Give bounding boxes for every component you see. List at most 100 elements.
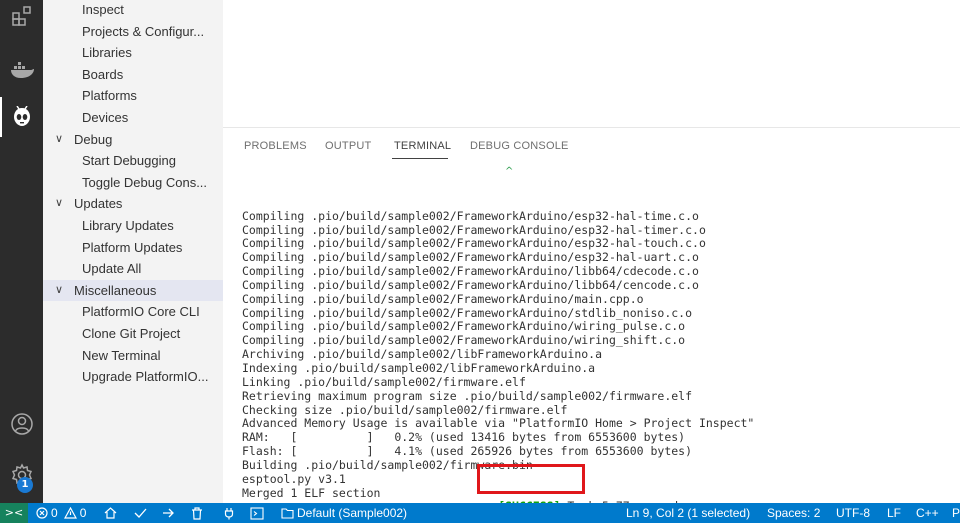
environment-label: Default (Sample002) — [297, 506, 408, 520]
language-mode[interactable]: C++ — [916, 503, 939, 523]
tree-group-updates[interactable]: ∨ Updates — [43, 193, 223, 214]
terminal-line: Retrieving maximum program size .pio/bui… — [242, 389, 693, 403]
tree-item-label: Debug — [74, 131, 113, 147]
tree-item-label: Toggle Debug Cons... — [82, 174, 208, 190]
terminal-line: Linking .pio/build/sample002/firmware.el… — [242, 375, 526, 389]
tree-item[interactable]: Start Debugging — [43, 150, 223, 171]
terminal-line: Flash: [ ] 4.1% (used 265926 bytes from … — [242, 445, 693, 459]
tree-group-miscellaneous[interactable]: ∨ Miscellaneous — [43, 279, 223, 301]
tree-item-label: Devices — [82, 110, 129, 125]
tree-item-label: Projects & Configur... — [82, 23, 205, 39]
tree-item-label: Upgrade PlatformIO... — [82, 369, 209, 385]
tree-item-label: Updates — [74, 196, 123, 212]
status-bar: >< 0 0 Default (Sample002) Ln 9, Col 2 (… — [0, 503, 960, 523]
activity-bar: 1 — [0, 0, 43, 503]
active-tab-underline — [392, 158, 448, 159]
terminal-line: Compiling .pio/build/sample002/Framework… — [242, 334, 686, 348]
problems-indicator[interactable]: 0 0 — [36, 503, 86, 523]
tree-item[interactable]: Platform Updates — [43, 237, 223, 258]
pio-home-icon[interactable] — [104, 503, 117, 523]
tab-terminal[interactable]: TERMINAL — [394, 140, 451, 152]
project-environment-switcher[interactable]: Default (Sample002) — [281, 503, 407, 523]
tree-item-label: Inspect — [82, 2, 124, 17]
terminal-line: Compiling .pio/build/sample002/Framework… — [242, 292, 644, 306]
platformio-alien-icon[interactable] — [0, 97, 43, 137]
tab-problems[interactable]: PROBLEMS — [244, 140, 307, 152]
terminal-line: Compiling .pio/build/sample002/Framework… — [242, 278, 699, 292]
editor-area — [223, 0, 960, 127]
pio-upload-arrow-icon[interactable] — [162, 503, 175, 523]
pio-clean-trash-icon[interactable] — [191, 503, 203, 523]
terminal-line: Checking size .pio/build/sample002/firmw… — [242, 403, 568, 417]
tree-item-label: Start Debugging — [82, 153, 176, 169]
tree-item[interactable]: Inspect — [43, 0, 223, 20]
chevron-down-icon: ∨ — [55, 283, 64, 296]
tree-item[interactable]: Toggle Debug Cons... — [43, 172, 223, 193]
terminal-line: Compiling .pio/build/sample002/Framework… — [242, 251, 699, 265]
tab-debug-console[interactable]: DEBUG CONSOLE — [470, 140, 569, 152]
terminal-line: Compiling .pio/build/sample002/Framework… — [242, 320, 686, 334]
terminal-line: Compiling .pio/build/sample002/Framework… — [242, 223, 706, 237]
encoding[interactable]: UTF-8 — [836, 503, 870, 523]
tree-item[interactable]: Boards — [43, 64, 223, 85]
pio-serial-plug-icon[interactable] — [223, 503, 235, 523]
tree-item[interactable]: Devices — [43, 107, 223, 128]
chevron-down-icon: ∨ — [55, 197, 64, 210]
tree-item[interactable]: Update All — [43, 258, 223, 279]
tree-item-label: Clone Git Project — [82, 326, 181, 341]
tree-item-label: Platform Updates — [82, 239, 183, 255]
terminal-line: Compiling .pio/build/sample002/Framework… — [242, 306, 693, 320]
tree-item[interactable]: PlatformIO Core CLI — [43, 301, 223, 322]
tree-item-label: Libraries — [82, 45, 132, 61]
tree-item-label: Boards — [82, 66, 124, 82]
pio-build-check-icon[interactable] — [134, 503, 147, 523]
tree-item[interactable]: Library Updates — [43, 215, 223, 236]
terminal-line: RAM: [ ] 0.2% (used 13416 bytes from 655… — [242, 431, 686, 445]
pio-terminal-icon[interactable] — [250, 503, 264, 523]
warning-count: 0 — [79, 506, 87, 520]
docker-icon[interactable] — [0, 50, 43, 90]
error-count: 0 — [51, 506, 58, 520]
tree-item-label: Library Updates — [82, 218, 174, 233]
terminal-line: esptool.py v3.1 — [242, 472, 346, 486]
tree-item-label: New Terminal — [82, 347, 161, 363]
tree-item[interactable]: Clone Git Project — [43, 323, 223, 344]
terminal-output[interactable]: Compiling .pio/build/sample002/Framework… — [242, 182, 957, 523]
remote-icon[interactable]: >< — [0, 503, 28, 523]
tree-item-label: PlatformIO Core CLI — [82, 304, 200, 320]
tree-item[interactable]: Upgrade PlatformIO... — [43, 366, 223, 387]
warning-icon — [63, 507, 77, 519]
error-icon — [36, 507, 48, 519]
success-highlight-box — [477, 464, 585, 494]
end-of-line[interactable]: LF — [887, 503, 901, 523]
platformio-sidebar: Inspect Projects & Configur... Libraries Bo… — [43, 0, 223, 503]
terminal-line: Compiling .pio/build/sample002/Framework… — [242, 237, 706, 251]
chevron-up-icon[interactable]: ^ — [505, 166, 513, 177]
terminal-line: Archiving .pio/build/sample002/libFramew… — [242, 348, 603, 362]
terminal-line: Compiling .pio/build/sample002/Framework… — [242, 265, 699, 279]
tree-item[interactable]: Platforms — [43, 85, 223, 106]
panel-tabs: PROBLEMS OUTPUT TERMINAL DEBUG CONSOLE — [223, 128, 960, 166]
tree-item[interactable]: Libraries — [43, 42, 223, 63]
terminal-line: Indexing .pio/build/sample002/libFramewo… — [242, 361, 596, 375]
statusbar-trailing-item[interactable]: P — [952, 503, 960, 523]
tab-output[interactable]: OUTPUT — [325, 140, 371, 152]
cursor-position[interactable]: Ln 9, Col 2 (1 selected) — [626, 503, 750, 523]
chevron-down-icon: ∨ — [55, 132, 64, 145]
terminal-line: Merged 1 ELF section — [242, 486, 381, 500]
folder-icon — [281, 508, 294, 519]
tree-group-debug[interactable]: ∨ Debug — [43, 129, 223, 150]
manage-badge: 1 — [17, 477, 33, 493]
indentation[interactable]: Spaces: 2 — [767, 503, 820, 523]
tree-item-label: Update All — [82, 261, 142, 277]
tree-item[interactable]: New Terminal — [43, 345, 223, 366]
extensions-icon[interactable] — [0, 0, 43, 36]
terminal-line: Compiling .pio/build/sample002/Framework… — [242, 209, 699, 223]
terminal-line: Advanced Memory Usage is available via "… — [242, 417, 755, 431]
terminal-line: Building .pio/build/sample002/firmware.b… — [242, 458, 533, 472]
accounts-icon[interactable] — [0, 404, 43, 444]
tree-item-label: Platforms — [82, 88, 137, 104]
bottom-panel: PROBLEMS OUTPUT TERMINAL DEBUG CONSOLE ^… — [223, 127, 960, 523]
tree-item[interactable]: Projects & Configur... — [43, 21, 223, 42]
tree-item-label: Miscellaneous — [74, 282, 157, 298]
